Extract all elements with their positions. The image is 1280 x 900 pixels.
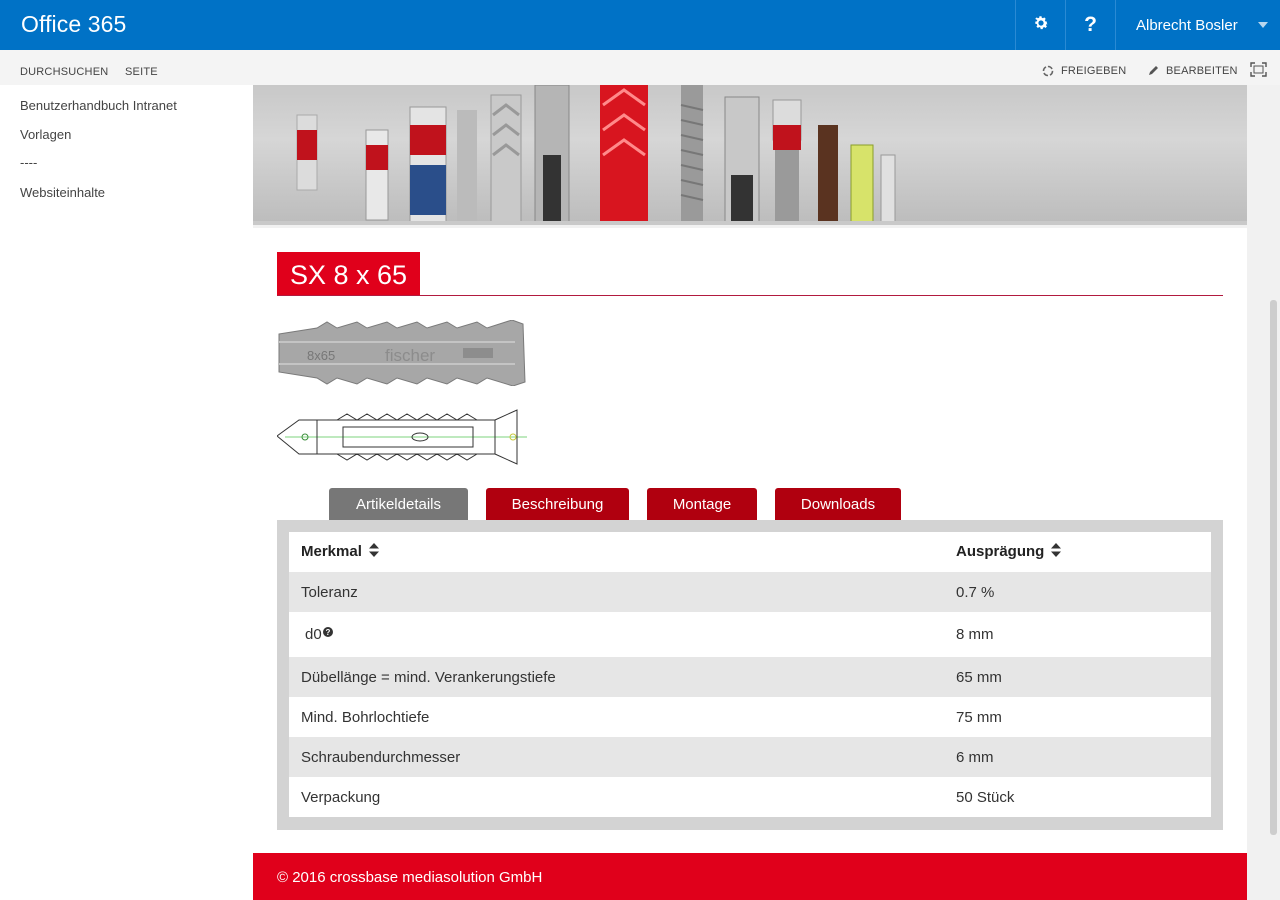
row-name: Verpackung bbox=[301, 788, 381, 806]
page-footer: © 2016 crossbase mediasolution GmbH bbox=[253, 853, 1247, 900]
tab-durchsuchen[interactable]: DURCHSUCHEN bbox=[20, 66, 108, 78]
sort-icon bbox=[368, 543, 379, 561]
fullscreen-icon bbox=[1250, 62, 1267, 77]
row-value: 6 mm bbox=[956, 748, 994, 766]
row-name: Toleranz bbox=[301, 583, 358, 601]
sort-icon bbox=[1051, 543, 1062, 561]
table-row: Toleranz 0.7 % bbox=[289, 572, 1211, 612]
nav-item-benutzerhandbuch[interactable]: Benutzerhandbuch Intranet bbox=[20, 98, 177, 113]
help-icon: ? bbox=[1084, 13, 1097, 36]
user-menu[interactable]: Albrecht Bosler bbox=[1115, 0, 1280, 50]
row-name: Mind. Bohrlochtiefe bbox=[301, 708, 430, 726]
nav-item-separator: ---- bbox=[20, 155, 38, 170]
tab-montage[interactable]: Montage bbox=[647, 488, 757, 520]
tab-beschreibung[interactable]: Beschreibung bbox=[486, 488, 629, 520]
product-drawing bbox=[276, 408, 529, 471]
svg-text:fischer: fischer bbox=[385, 346, 435, 365]
nav-item-vorlagen[interactable]: Vorlagen bbox=[20, 127, 71, 142]
focus-button[interactable] bbox=[1250, 62, 1267, 77]
row-value: 8 mm bbox=[956, 626, 994, 643]
row-name: Schraubendurchmesser bbox=[301, 748, 461, 766]
table-row: Mind. Bohrlochtiefe 75 mm bbox=[289, 697, 1211, 737]
user-name: Albrecht Bosler bbox=[1136, 16, 1238, 34]
row-value: 65 mm bbox=[956, 668, 1002, 686]
column-header-auspraegung[interactable]: Ausprägung bbox=[956, 543, 1062, 561]
tab-seite[interactable]: SEITE bbox=[125, 66, 158, 78]
row-value: 0.7 % bbox=[956, 583, 995, 601]
scrollbar[interactable] bbox=[1270, 300, 1277, 835]
product-title: SX 8 x 65 bbox=[277, 252, 421, 296]
suite-bar: Office 365 ? Albrecht Bosler bbox=[0, 0, 1280, 50]
nav-item-websiteinhalte[interactable]: Websiteinhalte bbox=[20, 185, 105, 200]
share-label: FREIGEBEN bbox=[1061, 65, 1127, 77]
pencil-icon bbox=[1147, 64, 1160, 77]
product-photo: 8x65 fischer bbox=[277, 319, 527, 391]
title-divider bbox=[277, 295, 1223, 296]
column-header-merkmal[interactable]: Merkmal bbox=[301, 543, 379, 561]
tab-downloads[interactable]: Downloads bbox=[775, 488, 901, 520]
edit-label: BEARBEITEN bbox=[1166, 64, 1238, 77]
table-row: Dübellänge = mind. Verankerungstiefe 65 … bbox=[289, 657, 1211, 697]
row-name: d0? bbox=[305, 626, 333, 643]
banner-image bbox=[253, 85, 1247, 225]
table-header-row: Merkmal Ausprägung bbox=[289, 532, 1211, 572]
share-icon bbox=[1041, 64, 1055, 78]
row-name: Dübellänge = mind. Verankerungstiefe bbox=[301, 668, 556, 686]
left-navigation: Benutzerhandbuch Intranet Vorlagen ---- … bbox=[0, 85, 253, 900]
tab-artikeldetails[interactable]: Artikeldetails bbox=[329, 488, 468, 520]
edit-button[interactable]: BEARBEITEN bbox=[1147, 64, 1238, 77]
row-value: 75 mm bbox=[956, 708, 1002, 726]
copyright-text: © 2016 crossbase mediasolution GmbH bbox=[277, 869, 543, 886]
row-value: 50 Stück bbox=[956, 788, 1015, 806]
ribbon-bar: DURCHSUCHEN SEITE FREIGEBEN BEARBEITEN bbox=[0, 50, 1280, 85]
help-button[interactable]: ? bbox=[1065, 0, 1115, 50]
table-row: Schraubendurchmesser 6 mm bbox=[289, 737, 1211, 777]
help-icon[interactable]: ? bbox=[322, 624, 333, 641]
share-button[interactable]: FREIGEBEN bbox=[1041, 64, 1126, 78]
table-row: Verpackung 50 Stück bbox=[289, 777, 1211, 817]
svg-text:?: ? bbox=[325, 628, 330, 637]
app-title[interactable]: Office 365 bbox=[21, 11, 126, 38]
chevron-down-icon bbox=[1258, 22, 1268, 28]
table-row: d0? 8 mm bbox=[289, 612, 1211, 657]
svg-text:8x65: 8x65 bbox=[307, 348, 335, 363]
settings-button[interactable] bbox=[1015, 0, 1065, 50]
gear-icon bbox=[1032, 14, 1050, 37]
